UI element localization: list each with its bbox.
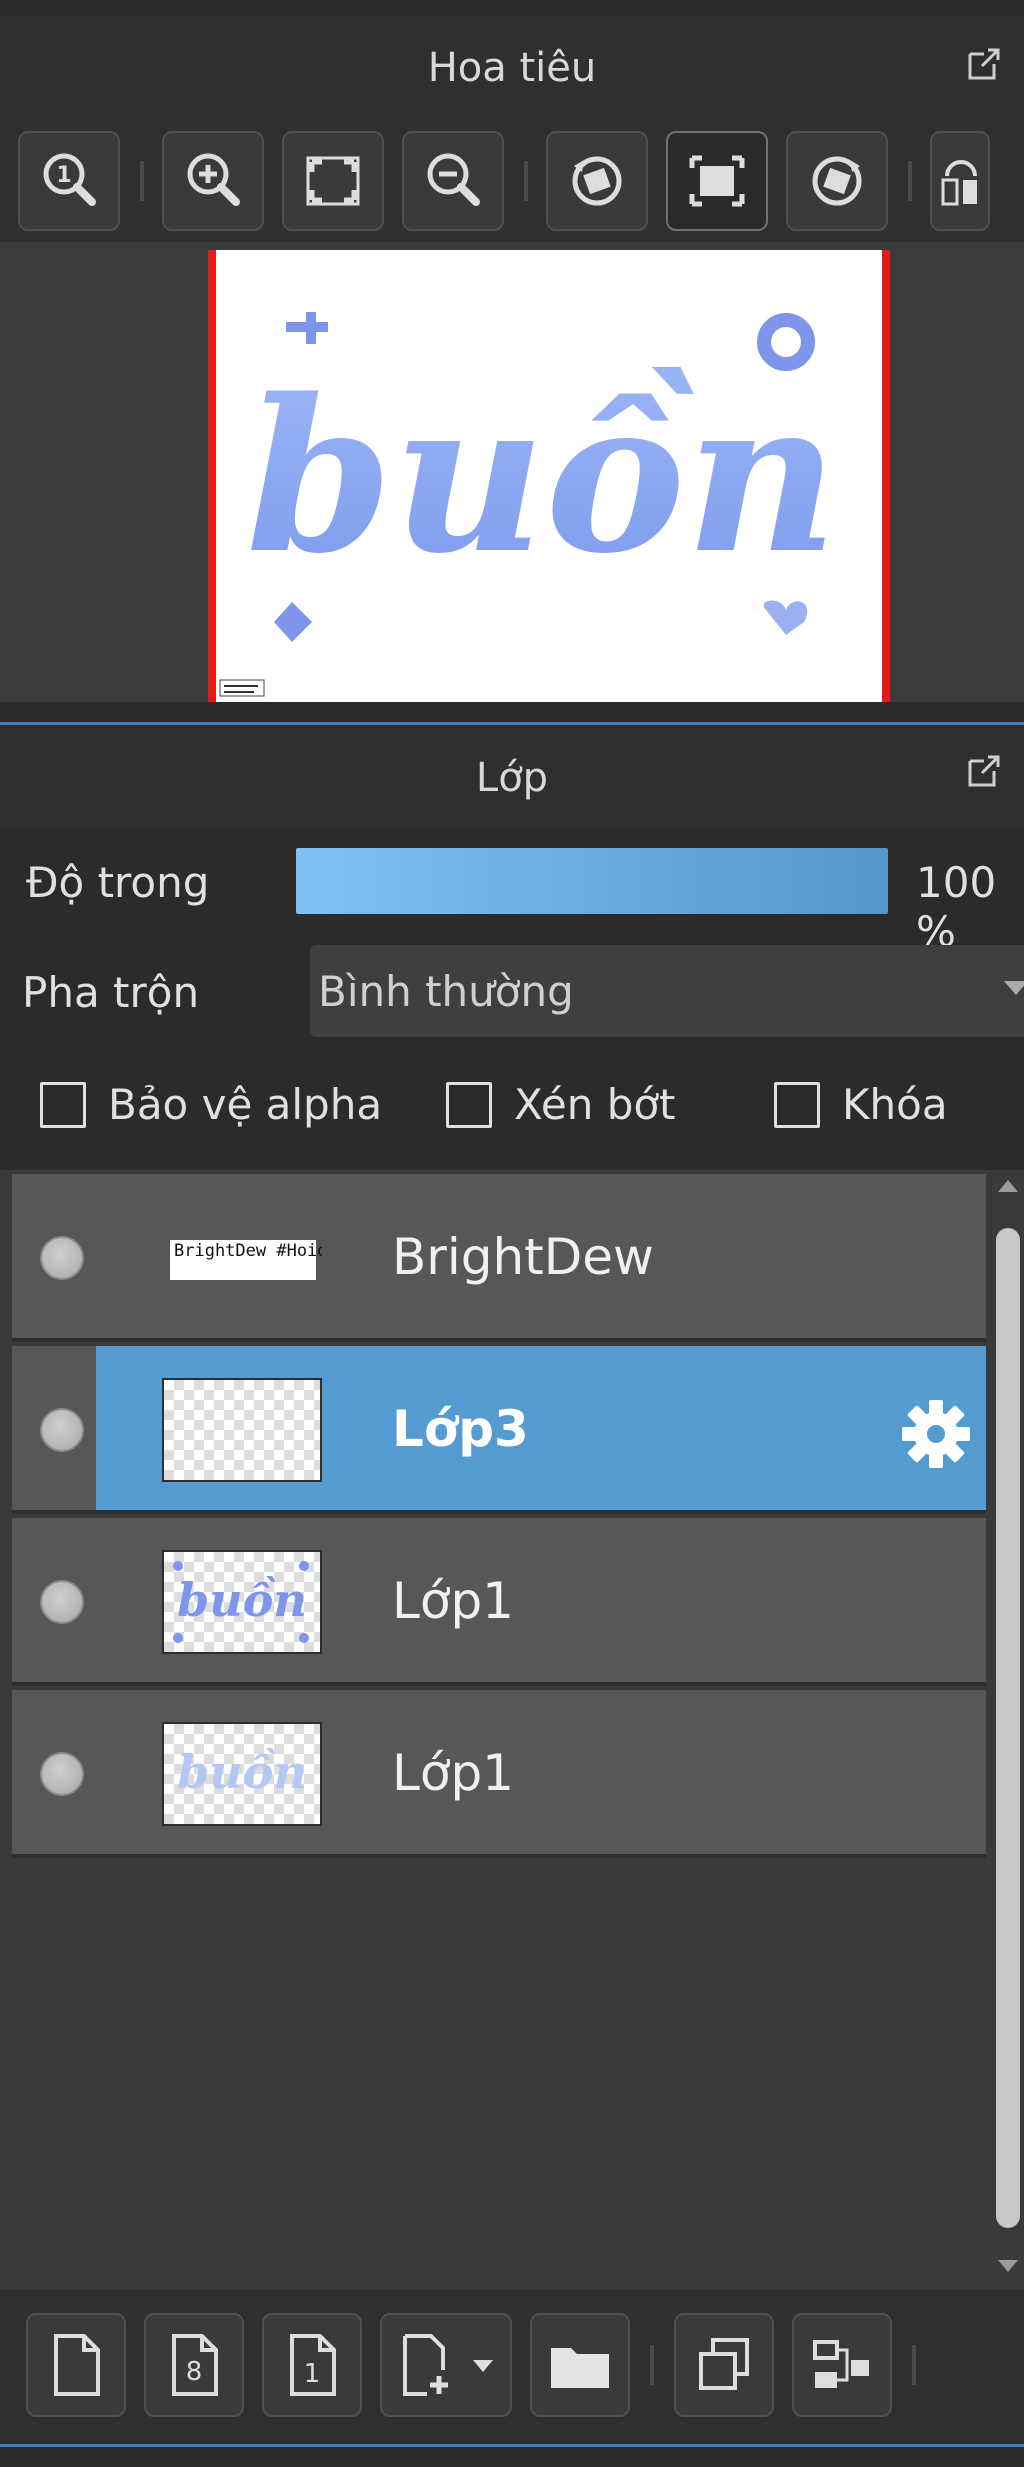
new-layer-button[interactable] [26,2313,126,2417]
layer-row[interactable]: BrightDew #Hoidap247 BrightDew [12,1174,986,1342]
zoom-in-button[interactable] [162,131,264,231]
protect-alpha-label: Bảo vệ alpha [108,1080,383,1129]
new-1bit-layer-button[interactable]: 1 [262,2313,362,2417]
merge-down-button[interactable] [792,2313,892,2417]
navigator-title: Hoa tiêu [427,45,597,91]
add-layer-menu-icon [403,2334,493,2396]
merge-down-icon [813,2340,869,2388]
clipping-checkbox[interactable]: Xén bớt [446,1080,676,1129]
layer-row[interactable]: buồn Lớp1 [12,1518,986,1686]
popout-icon[interactable] [964,44,1004,84]
navigator-header: Hoa tiêu [0,16,1024,120]
rotate-right-icon [812,156,862,206]
fit-window-icon [689,155,745,207]
fit-window-button[interactable] [666,131,768,231]
blend-mode-value: Bình thường [318,966,574,1016]
visibility-toggle-icon[interactable] [40,1236,84,1280]
layer-row-selected[interactable]: Lớp3 [12,1346,986,1514]
rotate-left-button[interactable] [546,131,648,231]
gear-icon[interactable] [896,1394,976,1474]
scroll-down-icon[interactable] [998,2260,1018,2272]
zoom-in-icon [187,153,240,206]
layer-thumbnail: BrightDew #Hoidap247 [162,1206,322,1310]
new-layer-1bit-icon: 1 [290,2334,336,2396]
layer-thumbnail [162,1378,322,1482]
new-folder-button[interactable] [530,2313,630,2417]
svg-text:8: 8 [186,2357,203,2387]
toolbar-separator [524,161,528,201]
visibility-toggle-icon[interactable] [40,1752,84,1796]
checkbox-icon [774,1081,820,1128]
scroll-up-icon[interactable] [998,1180,1018,1192]
lock-checkbox[interactable]: Khóa [774,1080,948,1129]
navigator-preview[interactable]: buồn [0,242,1024,702]
new-layer-8bit-icon: 8 [172,2334,218,2396]
opacity-slider[interactable] [294,846,890,916]
flip-icon [941,160,977,206]
layer-scrollbar[interactable] [992,1170,1024,2290]
blend-mode-select[interactable]: Bình thường [310,945,1024,1037]
layer-toolbar: 8 1 [0,2290,1024,2440]
svg-text:1: 1 [56,163,71,188]
blend-mode-label: Pha trộn [22,968,200,1017]
layer-row[interactable]: buồn Lớp1 [12,1690,986,1858]
popout-icon[interactable] [964,751,1004,791]
thumb-text: BrightDew #Hoidap247 [174,1241,322,1261]
lock-label: Khóa [842,1080,948,1129]
art-thumb: buồn [177,1745,307,1799]
layer-name: Lớp1 [392,1744,514,1802]
protect-alpha-checkbox[interactable]: Bảo vệ alpha [40,1080,382,1129]
layer-list: BrightDew #Hoidap247 BrightDew Lớp3 [0,1170,1024,2290]
zoom-out-button[interactable] [402,131,504,231]
art-thumb-text: buồn [177,1745,307,1799]
art-thumb: buồn [173,1561,309,1643]
checkbox-icon [40,1081,86,1128]
clipping-label: Xén bớt [514,1080,676,1129]
fit-screen-button[interactable] [282,131,384,231]
zoom-actual-button[interactable]: 1 [18,131,120,231]
zoom-actual-icon: 1 [43,153,96,206]
rotate-left-icon [572,156,622,206]
fit-screen-icon [306,156,360,206]
rotate-right-button[interactable] [786,131,888,231]
canvas-thumbnail[interactable]: buồn [208,250,890,702]
dropdown-arrow-icon [1004,981,1024,995]
add-layer-menu-button[interactable] [380,2313,512,2417]
svg-text:1: 1 [304,2359,321,2389]
panel-divider [0,2444,1024,2447]
toolbar-separator [650,2345,654,2385]
toolbar-separator [140,161,144,201]
new-8bit-layer-button[interactable]: 8 [144,2313,244,2417]
opacity-value: 100 % [916,858,997,956]
zoom-out-icon [427,153,480,206]
opacity-label: Độ trong [26,858,210,907]
duplicate-layer-button[interactable] [674,2313,774,2417]
canvas-artwork: buồn [219,312,838,697]
new-layer-icon [54,2334,100,2396]
watermark-thumb: BrightDew #Hoidap247 [170,1240,322,1280]
checkbox-icon [446,1081,492,1128]
toolbar-separator [908,161,912,201]
layer-thumbnail: buồn [162,1722,322,1826]
layer-thumbnail: buồn [162,1550,322,1654]
layer-panel-header: Lớp [0,725,1024,830]
layer-properties: Độ trong 100 % Pha trộn Bình thường Bảo … [0,830,1024,1170]
layer-panel-title: Lớp [475,754,549,801]
navigator-toolbar: 1 [0,120,1024,242]
duplicate-layer-icon [699,2338,749,2390]
scroll-thumb[interactable] [996,1228,1020,2228]
canvas-art-text: buồn [246,353,838,600]
layer-options: Bảo vệ alpha Xén bớt Khóa [0,1080,1024,1160]
layer-name: BrightDew [392,1228,654,1286]
visibility-toggle-icon[interactable] [40,1408,84,1452]
layer-name: Lớp3 [392,1400,529,1458]
flip-button[interactable] [930,131,990,231]
visibility-toggle-icon[interactable] [40,1580,84,1624]
toolbar-separator [912,2345,916,2385]
art-thumb-text: buồn [177,1573,307,1627]
layer-name: Lớp1 [392,1572,514,1630]
new-folder-icon [551,2348,609,2388]
